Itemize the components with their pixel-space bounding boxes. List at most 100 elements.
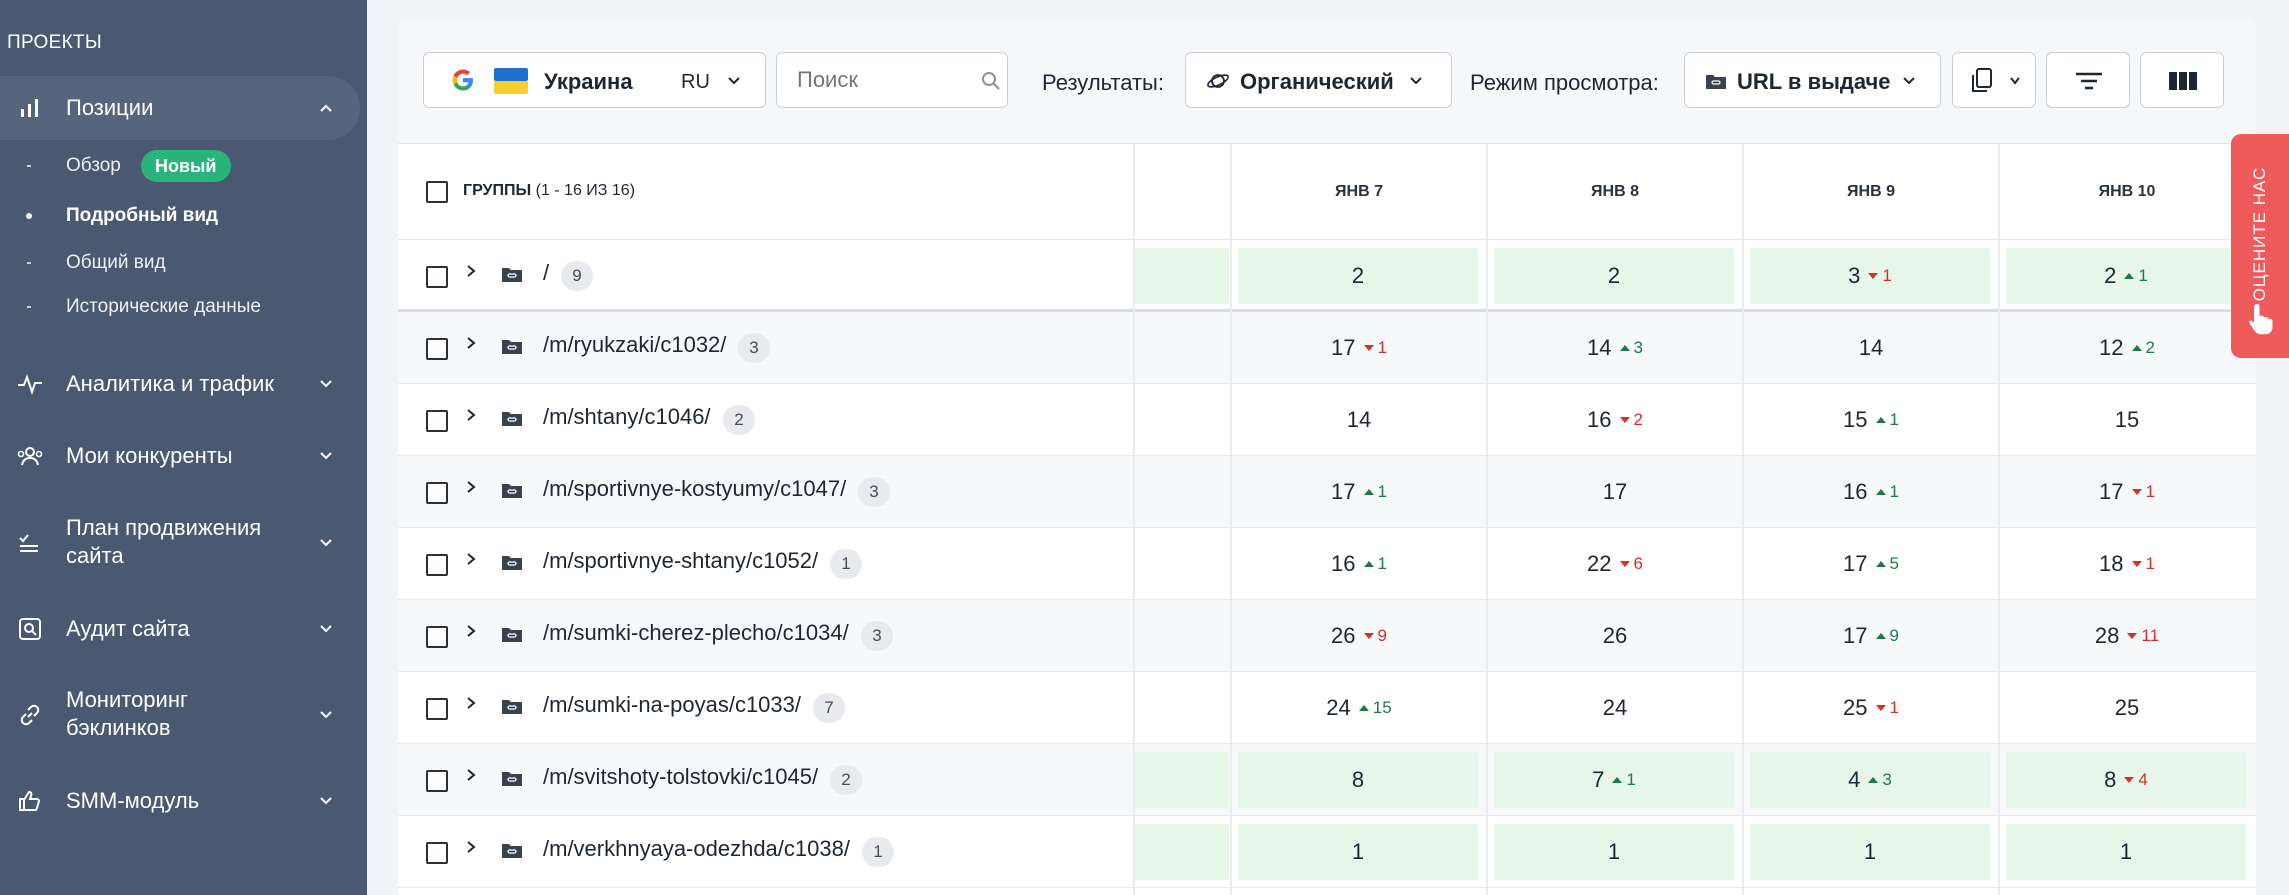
position-cell[interactable]: 28 11: [2000, 600, 2254, 672]
date-col-3[interactable]: ЯНВ 9: [1744, 144, 1998, 240]
row-path[interactable]: /: [543, 260, 549, 286]
nav-positions[interactable]: Позиции: [0, 76, 360, 140]
date-col-1[interactable]: ЯНВ 7: [1232, 144, 1486, 240]
row-path[interactable]: /m/shtany/c1046/: [543, 404, 711, 430]
sub-general-view[interactable]: Общий вид: [0, 248, 360, 278]
date-col-4[interactable]: ЯНВ 10: [2000, 144, 2254, 240]
search-input[interactable]: [797, 67, 957, 93]
row-path[interactable]: /m/sumki-na-poyas/c1033/: [543, 692, 801, 718]
nav-competitors[interactable]: Мои конкуренты: [0, 442, 360, 470]
table-row[interactable]: /m/ryukzaki/c1032/3 17 1 14 3 14 12 2: [398, 312, 2256, 384]
position-cell[interactable]: 26: [1488, 600, 1742, 672]
position-cell[interactable]: 1: [1750, 824, 1990, 880]
table-row[interactable]: /m/sumki-cherez-plecho/c1034/3 26 9 26 17 9 28…: [398, 600, 2256, 672]
chevron-right-icon[interactable]: [464, 264, 478, 278]
filter-button[interactable]: [2046, 52, 2130, 108]
position-cell[interactable]: 17 1: [2000, 456, 2254, 528]
position-cell[interactable]: 15 1: [1744, 384, 1998, 456]
chevron-right-icon[interactable]: [464, 408, 478, 422]
table-row[interactable]: /m/sumki-na-poyas/c1033/7 24 15 24 25 1 25: [398, 672, 2256, 744]
sub-historical[interactable]: Исторические данные: [0, 292, 360, 322]
position-cell[interactable]: 17: [1488, 456, 1742, 528]
table-row[interactable]: /m/verkhnyaya-odezhda/c1038/1 1 1 1 1: [398, 816, 2256, 888]
position-cell[interactable]: 1: [1494, 824, 1734, 880]
position-cell[interactable]: 17 1: [1232, 312, 1486, 384]
nav-promotion-plan[interactable]: План продвижения сайта: [0, 514, 360, 572]
results-select[interactable]: Органический: [1185, 52, 1452, 108]
position-cell[interactable]: 2: [1494, 248, 1734, 304]
position-cell[interactable]: 8: [1238, 752, 1478, 808]
table-row[interactable]: /9 2 2 3 1 2 1: [398, 240, 2256, 312]
position-cell[interactable]: 14: [1744, 312, 1998, 384]
position-cell[interactable]: 17 5: [1744, 528, 1998, 600]
position-cell[interactable]: 84: [2006, 752, 2246, 808]
row-checkbox[interactable]: [426, 698, 448, 720]
position-cell[interactable]: 17 9: [1744, 600, 1998, 672]
sub-detailed-view[interactable]: Подробный вид: [0, 201, 360, 231]
region-select[interactable]: Украина RU: [423, 52, 766, 108]
select-all-checkbox[interactable]: [426, 181, 448, 203]
delta-value: 6: [1633, 554, 1643, 573]
position-cell[interactable]: 25: [2000, 672, 2254, 744]
row-checkbox[interactable]: [426, 266, 448, 288]
position-cell[interactable]: 31: [1750, 248, 1990, 304]
table-row[interactable]: /m/sportivnye-shtany/c1052/1 16 1 22 6 17 5 18 1: [398, 528, 2256, 600]
position-cell[interactable]: 16 2: [1488, 384, 1742, 456]
position-cell[interactable]: 24 15: [1232, 672, 1486, 744]
position-cell[interactable]: 16 1: [1744, 456, 1998, 528]
chevron-right-icon[interactable]: [464, 552, 478, 566]
position-cell[interactable]: 17 1: [1232, 456, 1486, 528]
chevron-right-icon[interactable]: [464, 624, 478, 638]
chevron-right-icon[interactable]: [464, 480, 478, 494]
search-icon[interactable]: [981, 71, 1001, 91]
row-checkbox[interactable]: [426, 338, 448, 360]
row-checkbox[interactable]: [426, 842, 448, 864]
position-cell[interactable]: 1: [2006, 824, 2246, 880]
position-cell[interactable]: 14: [1232, 384, 1486, 456]
row-path[interactable]: /m/sportivnye-shtany/c1052/: [543, 548, 818, 574]
row-path[interactable]: /m/sumki-cherez-plecho/c1034/: [543, 620, 849, 646]
nav-analytics[interactable]: Аналитика и трафик: [0, 370, 360, 398]
date-col-2[interactable]: ЯНВ 8: [1488, 144, 1742, 240]
row-path[interactable]: /m/verkhnyaya-odezhda/c1038/: [543, 836, 850, 862]
position-cell[interactable]: 15: [2000, 384, 2254, 456]
trend-up-icon: [1875, 561, 1886, 567]
nav-smm[interactable]: SMM-модуль: [0, 787, 360, 815]
position-cell[interactable]: 43: [1750, 752, 1990, 808]
chevron-right-icon[interactable]: [464, 768, 478, 782]
position-cell[interactable]: 25 1: [1744, 672, 1998, 744]
nav-backlinks[interactable]: Мониторинг бэклинков: [0, 686, 360, 744]
position-cell[interactable]: 22 6: [1488, 528, 1742, 600]
chevron-right-icon[interactable]: [464, 696, 478, 710]
rate-us-tab[interactable]: ОЦЕНИТЕ НАС: [2231, 134, 2289, 358]
position-cell[interactable]: 12 2: [2000, 312, 2254, 384]
nav-site-audit[interactable]: Аудит сайта: [0, 615, 360, 643]
row-checkbox[interactable]: [426, 554, 448, 576]
table-row[interactable]: /m/shtany/c1046/2 14 16 2 15 1 15: [398, 384, 2256, 456]
position-cell[interactable]: 16 1: [1232, 528, 1486, 600]
position-cell[interactable]: 71: [1494, 752, 1734, 808]
position-cell[interactable]: 18 1: [2000, 528, 2254, 600]
chevron-right-icon[interactable]: [464, 336, 478, 350]
copy-menu-button[interactable]: [1952, 52, 2036, 108]
sub-overview[interactable]: Обзор Новый: [0, 150, 360, 182]
row-checkbox[interactable]: [426, 626, 448, 648]
position-cell[interactable]: 24: [1488, 672, 1742, 744]
position-cell[interactable]: 21: [2006, 248, 2246, 304]
row-checkbox[interactable]: [426, 482, 448, 504]
row-checkbox[interactable]: [426, 770, 448, 792]
view-mode-select[interactable]: URL в выдаче: [1684, 52, 1941, 108]
row-path[interactable]: /m/svitshoty-tolstovki/c1045/: [543, 764, 818, 790]
position-cell[interactable]: 2: [1238, 248, 1478, 304]
table-row[interactable]: /m/sportivnye-kostyumy/c1047/3 17 1 17 16 1 17…: [398, 456, 2256, 528]
position-cell[interactable]: 26 9: [1232, 600, 1486, 672]
search-box[interactable]: [776, 52, 1008, 108]
columns-button[interactable]: [2140, 52, 2224, 108]
row-path[interactable]: /m/ryukzaki/c1032/: [543, 332, 726, 358]
row-path[interactable]: /m/sportivnye-kostyumy/c1047/: [543, 476, 846, 502]
table-row[interactable]: /m/svitshoty-tolstovki/c1045/2 8 7 1 4 3 8 4: [398, 744, 2256, 816]
position-cell[interactable]: 1: [1238, 824, 1478, 880]
chevron-right-icon[interactable]: [464, 840, 478, 854]
position-cell[interactable]: 14 3: [1488, 312, 1742, 384]
row-checkbox[interactable]: [426, 410, 448, 432]
